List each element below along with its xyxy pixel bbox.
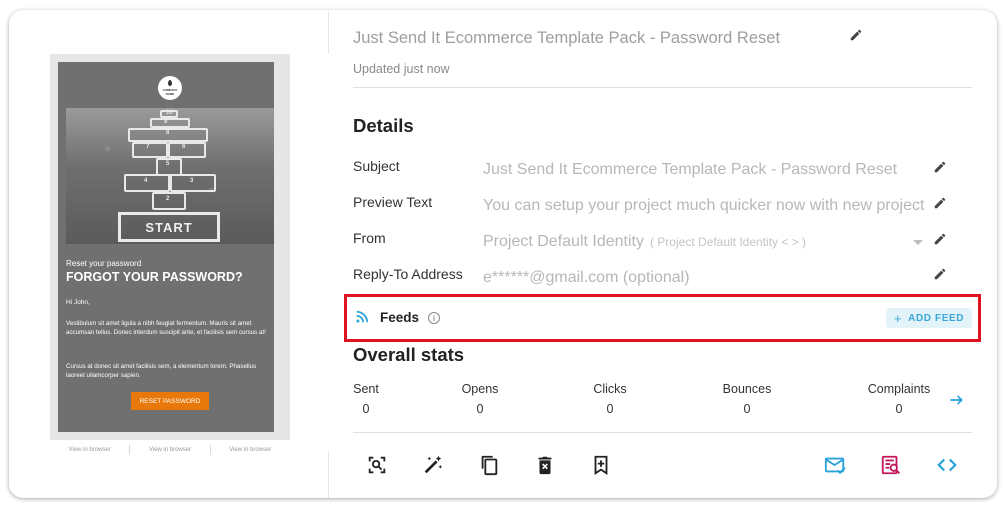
arrow-right-icon[interactable] — [949, 393, 965, 407]
preview-heading: FORGOT YOUR PASSWORD? — [66, 270, 243, 284]
add-feed-label: ADD FEED — [908, 312, 965, 324]
preview-text-value[interactable]: You can setup your project much quicker … — [483, 197, 931, 215]
rss-feed-icon — [355, 310, 369, 324]
hero-image: START 10 9 8 7 6 5 4 3 2 — [66, 108, 274, 244]
vertical-divider — [328, 12, 329, 54]
hero-number: 6 — [182, 144, 186, 150]
view-in-browser-link: View in browser — [148, 447, 192, 453]
logo-drop-icon — [168, 80, 172, 86]
from-label: From — [353, 230, 386, 246]
company-logo: COMPANY NAME — [158, 76, 182, 100]
feeds-label: Feeds — [380, 310, 420, 325]
overall-stats-heading: Overall stats — [353, 344, 465, 365]
subject-value[interactable]: Just Send It Ecommerce Template Pack - P… — [483, 161, 923, 179]
stat-value: 0 — [476, 402, 484, 416]
reply-to-value[interactable]: e******@gmail.com (optional) — [483, 269, 903, 287]
vertical-divider — [328, 452, 329, 498]
stat-value: 0 — [895, 402, 903, 416]
hero-number: 3 — [190, 178, 194, 184]
stat-label: Complaints — [867, 382, 931, 396]
stat-value: 0 — [606, 402, 614, 416]
add-feed-button[interactable]: + ADD FEED — [886, 308, 972, 328]
preview-reset-button: RESET PASSWORD — [131, 392, 209, 410]
reply-to-label: Reply-To Address — [353, 266, 463, 282]
divider — [353, 432, 972, 433]
send-test-email-icon[interactable] — [824, 454, 846, 476]
stat-label: Sent — [353, 382, 379, 396]
stat-clicks: Clicks 0 — [590, 382, 630, 416]
from-select[interactable]: Project Default Identity ( Project Defaul… — [483, 233, 903, 251]
preview-paragraph-1: Vestibulum sit amet ligula a nibh feugia… — [66, 320, 266, 336]
hero-number: 9 — [164, 119, 168, 125]
template-title: Just Send It Ecommerce Template Pack - P… — [353, 29, 781, 47]
hero-number: 5 — [166, 161, 170, 167]
edit-title-icon[interactable] — [849, 28, 863, 42]
hero-number: 10 — [166, 110, 173, 116]
edit-preview-text-icon[interactable] — [933, 196, 947, 210]
from-value: Project Default Identity — [483, 233, 644, 250]
preview-footer-links: View in browser View in browser View in … — [50, 444, 290, 456]
stat-label: Opens — [461, 382, 499, 396]
stat-label: Clicks — [593, 382, 627, 396]
hero-number: 7 — [146, 144, 150, 150]
divider — [353, 87, 972, 88]
stat-complaints: Complaints 0 — [864, 382, 934, 416]
subject-label: Subject — [353, 158, 400, 174]
edit-from-icon[interactable] — [933, 232, 947, 246]
details-heading: Details — [353, 115, 414, 136]
preview-paragraph-2: Cursus at donec sit amet facilisis sem, … — [66, 363, 257, 379]
from-identity-detail: ( Project Default Identity < > ) — [649, 235, 807, 249]
stat-sent: Sent 0 — [353, 382, 379, 416]
plus-icon: + — [893, 310, 903, 326]
bookmark-add-icon[interactable] — [590, 454, 612, 476]
stat-opens: Opens 0 — [460, 382, 500, 416]
stat-value: 0 — [362, 402, 370, 416]
stat-value: 0 — [743, 402, 751, 416]
chevron-down-icon[interactable] — [913, 240, 923, 245]
inspect-icon[interactable] — [366, 454, 388, 476]
preview-greeting: Hi John, — [66, 299, 90, 306]
spam-check-icon[interactable] — [880, 454, 902, 476]
preview-text-label: Preview Text — [353, 194, 433, 210]
delete-icon[interactable] — [534, 454, 556, 476]
hero-number: 4 — [144, 178, 148, 184]
email-preview[interactable]: COMPANY NAME START 10 9 8 7 6 5 4 3 2 Reset your… — [50, 54, 290, 440]
info-icon[interactable]: i — [428, 312, 440, 324]
view-in-browser-link: View in browser — [229, 447, 272, 453]
email-preview-body: COMPANY NAME START 10 9 8 7 6 5 4 3 2 Reset your… — [58, 62, 274, 432]
hero-number: 8 — [166, 130, 170, 136]
magic-wand-icon[interactable] — [422, 454, 444, 476]
view-in-browser-link: View in browser — [68, 447, 111, 453]
edit-reply-to-icon[interactable] — [933, 267, 947, 281]
logo-text: COMPANY NAME — [162, 88, 178, 96]
stat-label: Bounces — [722, 382, 772, 396]
preview-subheading: Reset your password — [66, 259, 142, 268]
hero-number: 2 — [166, 196, 170, 202]
code-icon[interactable] — [936, 454, 958, 476]
copy-icon[interactable] — [478, 454, 500, 476]
hero-start-label: START — [118, 212, 220, 242]
updated-status: Updated just now — [353, 62, 450, 76]
edit-subject-icon[interactable] — [933, 160, 947, 174]
stat-bounces: Bounces 0 — [718, 382, 776, 416]
